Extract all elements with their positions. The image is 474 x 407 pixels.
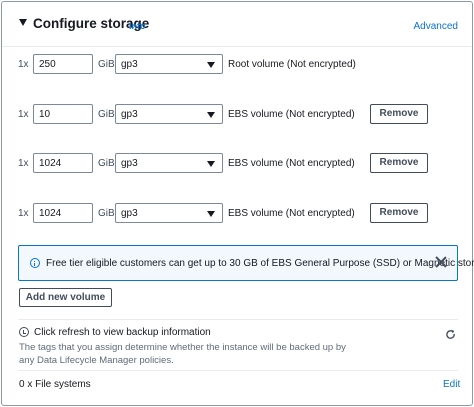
caret-down-icon <box>207 211 215 217</box>
volume-description: EBS volume (Not encrypted) <box>228 208 355 219</box>
caret-down-icon <box>207 112 215 118</box>
backup-info-description: The tags that you assign determine wheth… <box>19 342 346 366</box>
volume-multiplier: 1x <box>18 59 29 70</box>
edit-file-systems-link[interactable]: Edit <box>443 379 460 390</box>
remove-volume-button[interactable]: Remove <box>370 203 428 223</box>
divider <box>18 319 458 320</box>
volume-type-select[interactable]: gp3 <box>115 54 223 74</box>
divider <box>18 370 458 371</box>
caret-down-icon <box>207 62 215 68</box>
free-tier-alert: Free tier eligible customers can get up … <box>18 245 474 281</box>
volume-type-select[interactable]: gp3 <box>115 104 223 124</box>
backup-info-title: Click refresh to view backup information <box>34 327 211 338</box>
volume-description: Root volume (Not encrypted) <box>228 59 356 70</box>
add-new-volume-button[interactable]: Add new volume <box>19 288 112 307</box>
volume-size-input[interactable] <box>33 203 93 223</box>
volume-description: EBS volume (Not encrypted) <box>228 158 355 169</box>
volume-unit: GiB <box>98 158 115 169</box>
volume-description: EBS volume (Not encrypted) <box>228 109 355 120</box>
volume-type-value: gp3 <box>121 158 138 169</box>
volume-type-value: gp3 <box>121 109 138 120</box>
caret-down-icon[interactable] <box>19 19 27 26</box>
volume-row-ebs-1: 1x GiB gp3 EBS volume (Not encrypted) Re… <box>2 104 472 126</box>
close-icon[interactable] <box>435 256 447 268</box>
volume-multiplier: 1x <box>18 158 29 169</box>
remove-volume-button[interactable]: Remove <box>370 153 428 173</box>
volume-size-input[interactable] <box>33 54 93 74</box>
volume-type-select[interactable]: gp3 <box>115 203 223 223</box>
info-circle-icon <box>30 258 40 268</box>
remove-volume-button[interactable]: Remove <box>370 104 428 124</box>
clock-icon <box>19 327 29 337</box>
panel-header: Configure storage Info Advanced <box>2 2 472 47</box>
volume-size-input[interactable] <box>33 104 93 124</box>
caret-down-icon <box>207 161 215 167</box>
volume-unit: GiB <box>98 59 115 70</box>
refresh-icon[interactable] <box>445 329 456 340</box>
configure-storage-panel: Configure storage Info Advanced 1x GiB g… <box>1 1 474 406</box>
volume-unit: GiB <box>98 208 115 219</box>
alert-message: Free tier eligible customers can get up … <box>46 258 474 269</box>
volume-row-ebs-3: 1x GiB gp3 EBS volume (Not encrypted) Re… <box>2 203 472 225</box>
volume-multiplier: 1x <box>18 109 29 120</box>
volume-type-value: gp3 <box>121 59 138 70</box>
volume-type-select[interactable]: gp3 <box>115 153 223 173</box>
volume-unit: GiB <box>98 109 115 120</box>
volume-row-root: 1x GiB gp3 Root volume (Not encrypted) <box>2 54 472 76</box>
volume-row-ebs-2: 1x GiB gp3 EBS volume (Not encrypted) Re… <box>2 153 472 175</box>
advanced-link[interactable]: Advanced <box>414 21 458 32</box>
info-link[interactable]: Info <box>129 21 146 31</box>
volume-type-value: gp3 <box>121 208 138 219</box>
volume-size-input[interactable] <box>33 153 93 173</box>
file-systems-label: 0 x File systems <box>19 379 91 390</box>
volume-multiplier: 1x <box>18 208 29 219</box>
